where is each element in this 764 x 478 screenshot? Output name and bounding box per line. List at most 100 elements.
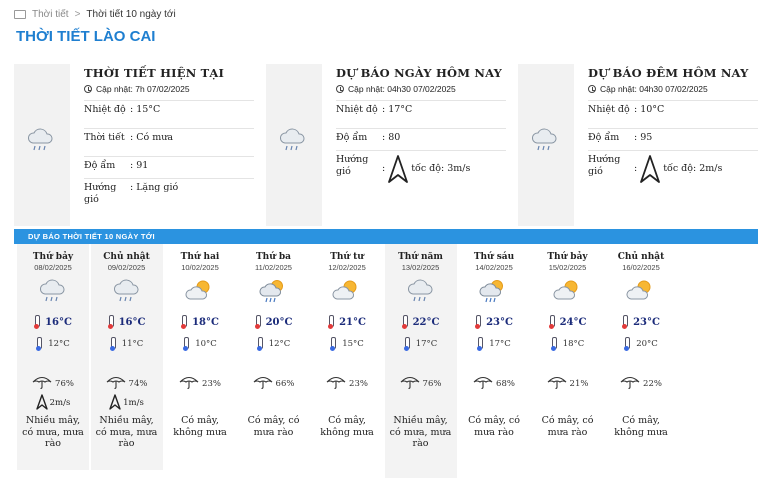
info-row: Nhiệt độ: 15°C <box>84 100 254 128</box>
umbrella-icon <box>106 375 126 392</box>
thermometer-cold-icon <box>256 337 263 351</box>
info-row: Độ ẩm: 80 <box>336 128 506 150</box>
rain-chance: 23% <box>311 375 383 392</box>
thermometer-hot-icon <box>475 315 482 329</box>
umbrella-icon <box>326 375 346 392</box>
wind-speed <box>311 396 383 410</box>
low-temperature: 12°C <box>238 337 310 351</box>
day-name: Thứ ba <box>255 252 292 262</box>
clock-icon <box>588 85 596 93</box>
thermometer-hot-icon <box>34 315 41 329</box>
weather-description: Có mây, có mưa rào <box>541 415 594 438</box>
thermometer-cold-icon <box>477 337 484 351</box>
low-temperature: 20°C <box>605 337 677 351</box>
day-date: 10/02/2025 <box>181 263 219 272</box>
panel-today-forecast: DỰ BÁO NGÀY HÔM NAY Cập nhật: 04h30 07/0… <box>266 64 506 226</box>
clock-icon <box>336 85 344 93</box>
high-temperature: 20°C <box>238 315 310 329</box>
day-name: Chủ nhật <box>103 252 150 262</box>
current-weather-panels: THỜI TIẾT HIỆN TẠI Cập nhật: 7h 07/02/20… <box>14 64 758 228</box>
day-forecast-card: Thứ hai 10/02/2025 18°C 10°C 23% Có mây, khôn… <box>164 244 236 470</box>
high-temperature: 23°C <box>458 315 530 329</box>
thermometer-hot-icon <box>548 315 555 329</box>
panel-title: DỰ BÁO NGÀY HÔM NAY <box>336 66 503 80</box>
weather-description: Có mây, không mưa <box>173 415 227 438</box>
umbrella-icon <box>179 375 199 392</box>
day-date: 16/02/2025 <box>622 263 660 272</box>
wind-speed <box>238 396 310 410</box>
breadcrumb-home-link[interactable]: Thời tiết <box>32 9 69 20</box>
thermometer-cold-icon <box>183 337 190 351</box>
umbrella-icon <box>253 375 273 392</box>
low-temperature: 17°C <box>458 337 530 351</box>
low-temperature: 12°C <box>17 337 89 351</box>
umbrella-icon <box>473 375 493 392</box>
weather-description: Nhiều mây, có mưa, mưa rào <box>22 415 84 449</box>
day-name: Thứ bảy <box>547 252 588 262</box>
panel-title: DỰ BÁO ĐÊM HÔM NAY <box>588 66 749 80</box>
day-date: 12/02/2025 <box>328 263 366 272</box>
day-forecast-card: Chủ nhật 09/02/2025 16°C 11°C 74% 1m/s Nhiều m… <box>90 244 163 470</box>
folder-icon <box>14 10 26 19</box>
day-name: Thứ năm <box>398 252 443 262</box>
thermometer-hot-icon <box>107 315 114 329</box>
rain-chance: 76% <box>17 375 89 392</box>
low-temperature: 18°C <box>532 337 604 351</box>
info-row: Hướng gió: Lặng gió <box>84 178 254 208</box>
thermometer-hot-icon <box>181 315 188 329</box>
high-temperature: 22°C <box>385 315 457 329</box>
weather-description: Nhiều mây, có mưa, mưa rào <box>95 415 158 449</box>
ten-day-forecast: Thứ bảy 08/02/2025 16°C 12°C 76% 2m/s Nhiều mâ… <box>14 244 758 478</box>
info-row: Thời tiết: Có mưa <box>84 128 254 156</box>
wind-speed: 2m/s <box>17 393 89 413</box>
umbrella-icon <box>32 375 52 392</box>
day-name: Thứ tư <box>330 252 364 262</box>
wind-speed <box>164 396 236 410</box>
wind-direction-arrow-icon <box>388 155 409 183</box>
low-temperature: 10°C <box>164 337 236 351</box>
rain-chance: 21% <box>532 375 604 392</box>
info-row: Độ ẩm: 95 <box>588 128 758 150</box>
cloud-rain-icon <box>385 278 457 304</box>
day-date: 11/02/2025 <box>255 263 292 272</box>
day-name: Thứ bảy <box>32 252 74 262</box>
low-temperature: 15°C <box>311 337 383 351</box>
umbrella-icon <box>620 375 640 392</box>
wind-direction-arrow-icon <box>640 155 661 183</box>
weather-description: Có mây, không mưa <box>320 415 374 438</box>
cloud-rain-icon <box>17 278 89 304</box>
day-date: 13/02/2025 <box>401 263 440 272</box>
sun-cloud-icon <box>164 278 236 304</box>
sun-cloud-icon <box>532 278 604 304</box>
thermometer-hot-icon <box>254 315 261 329</box>
breadcrumb: Thời tiết > Thời tiết 10 ngày tới <box>14 9 176 20</box>
weather-description: Có mây, có mưa rào <box>468 415 520 438</box>
umbrella-icon <box>400 375 420 392</box>
wind-speed <box>385 396 457 410</box>
info-row: Hướng gió: tốc độ: 2m/s <box>588 150 758 186</box>
thermometer-hot-icon <box>328 315 335 329</box>
rain-chance: 76% <box>385 375 457 392</box>
rain-chance: 74% <box>91 375 163 392</box>
wind-direction-arrow-icon <box>109 393 121 413</box>
panel-tonight-forecast: DỰ BÁO ĐÊM HÔM NAY Cập nhật: 04h30 07/02… <box>518 64 758 226</box>
thermometer-cold-icon <box>36 337 43 351</box>
day-name: Thứ hai <box>180 252 220 262</box>
weather-description: Có mây, có mưa rào <box>247 415 300 438</box>
cloud-rain-icon <box>531 128 557 151</box>
info-row: Độ ẩm: 91 <box>84 156 254 178</box>
low-temperature: 17°C <box>385 337 457 351</box>
day-date: 15/02/2025 <box>548 263 587 272</box>
thermometer-cold-icon <box>624 337 631 351</box>
wind-direction-arrow-icon <box>35 393 48 413</box>
forecast-section-header: DỰ BÁO THỜI TIẾT 10 NGÀY TỚI <box>14 229 758 244</box>
day-name: Chủ nhật <box>617 252 665 262</box>
day-forecast-card: Thứ sáu 14/02/2025 23°C 17°C 68% Có mây, có m… <box>458 244 530 470</box>
info-row: Nhiệt độ: 17°C <box>336 100 506 128</box>
info-row: Hướng gió: tốc độ: 3m/s <box>336 150 506 186</box>
page-title: THỜI TIẾT LÀO CAI <box>16 28 156 45</box>
high-temperature: 23°C <box>605 315 677 329</box>
breadcrumb-separator: > <box>74 9 81 20</box>
sun-cloud-rain-icon <box>238 278 310 304</box>
low-temperature: 11°C <box>91 337 163 351</box>
